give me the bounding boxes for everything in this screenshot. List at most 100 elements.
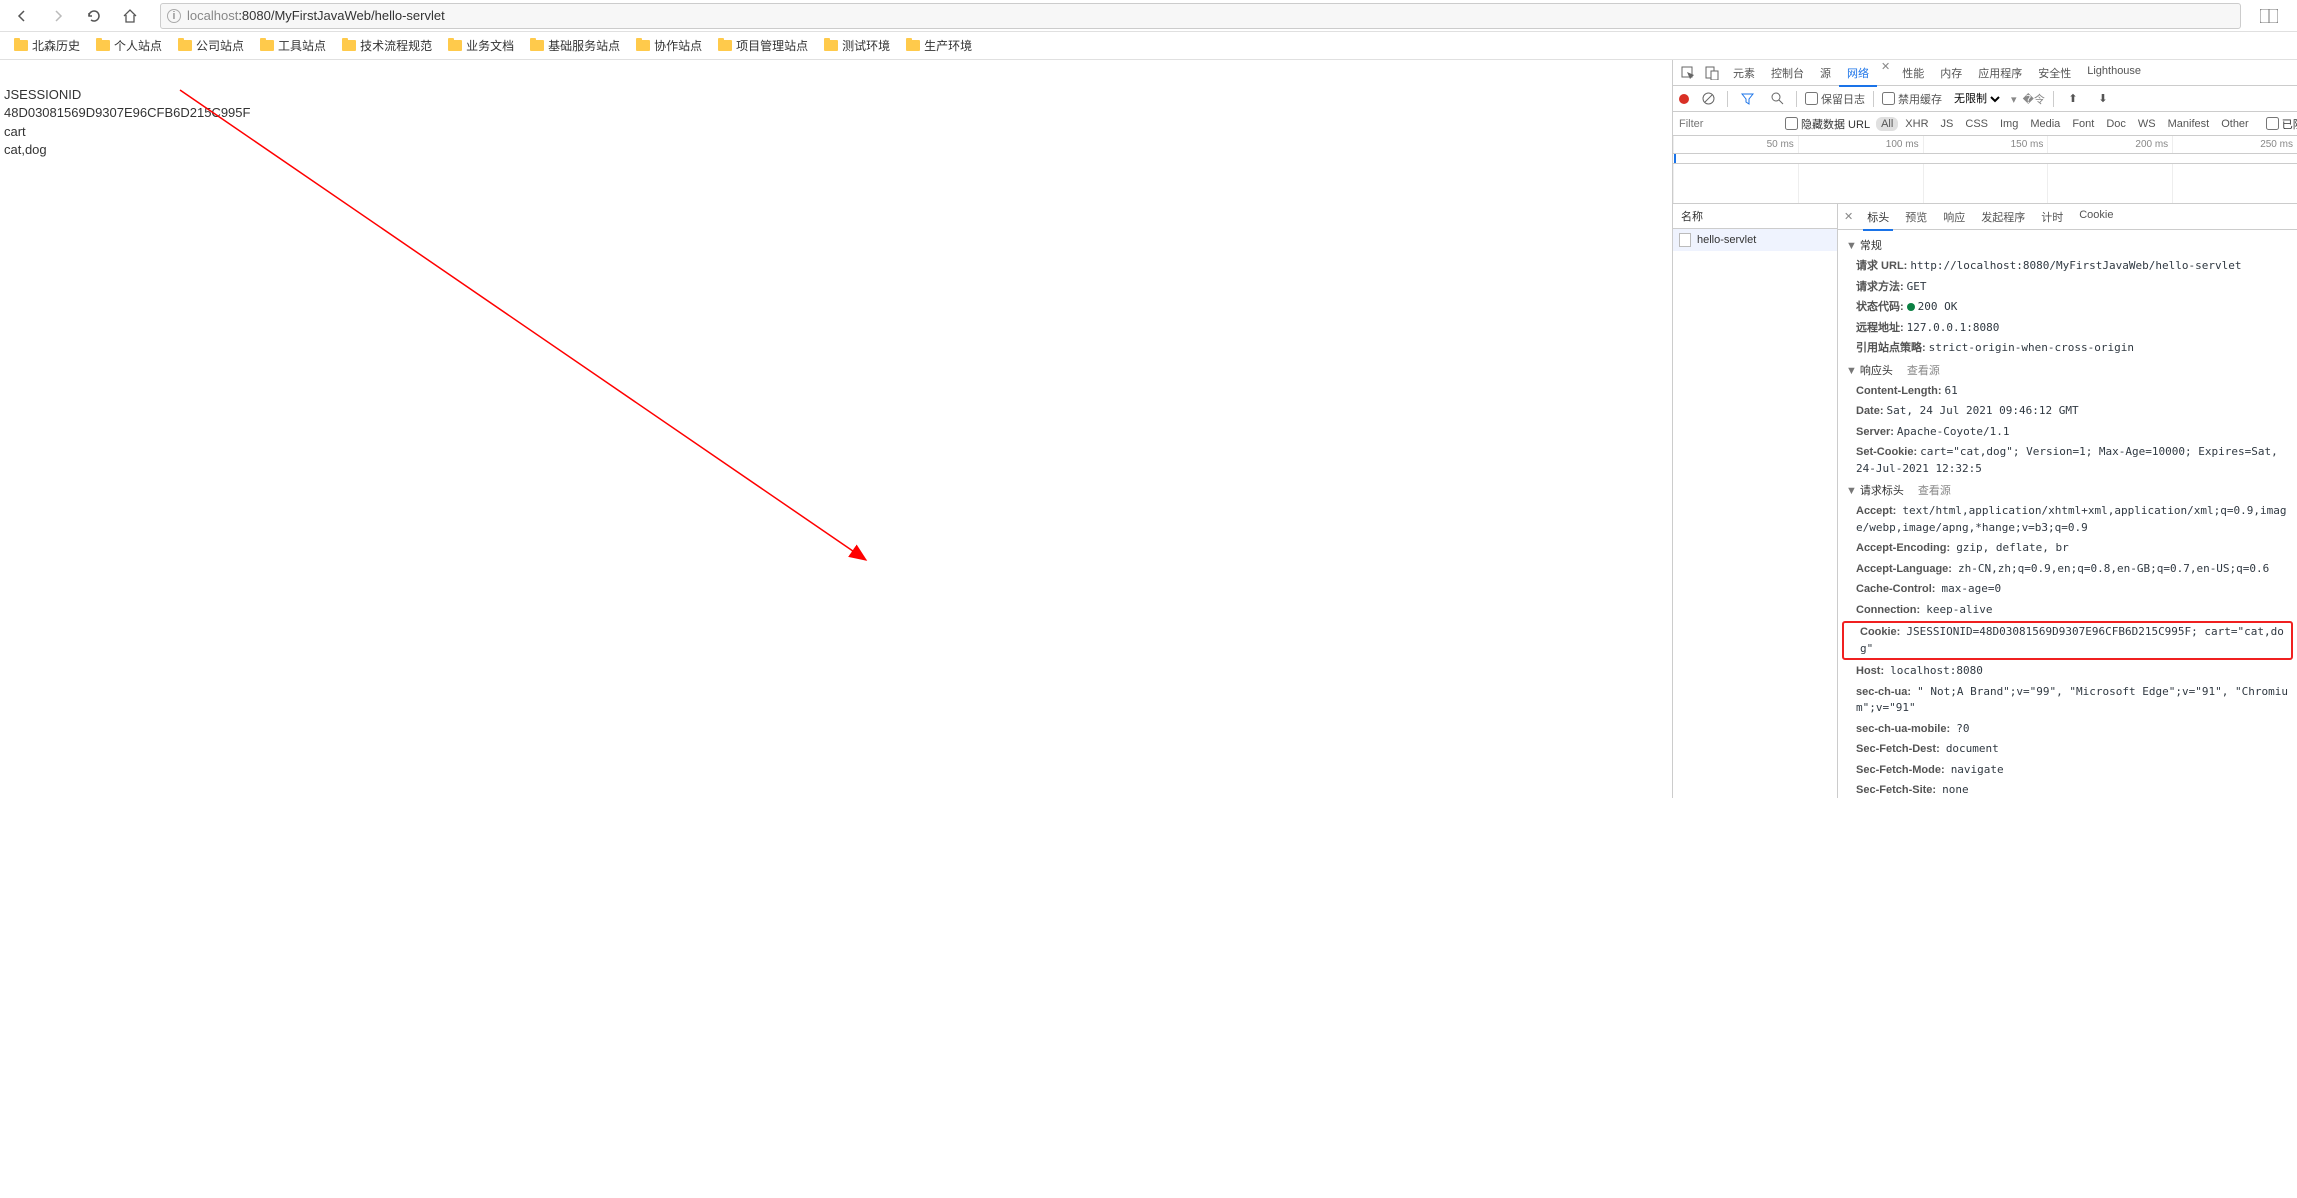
header-row: Sec-Fetch-Mode: navigate	[1838, 760, 2297, 781]
detail-tabs: ✕ 标头预览响应发起程序计时Cookie	[1838, 204, 2297, 230]
filter-type[interactable]: All	[1876, 117, 1898, 131]
header-row: sec-ch-ua-mobile: ?0	[1838, 719, 2297, 740]
detail-tab[interactable]: 标头	[1859, 204, 1897, 230]
bookmark-item[interactable]: 工具站点	[254, 35, 332, 56]
page-content: JSESSIONID 48D03081569D9307E96CFB6D215C9…	[0, 60, 1672, 798]
disable-cache-checkbox[interactable]: 禁用缓存	[1882, 91, 1942, 107]
upload-icon[interactable]: ⬆	[2062, 88, 2084, 110]
timeline-filmstrip[interactable]	[1673, 164, 2297, 204]
headers-content: ▼常规 请求 URL:http://localhost:8080/MyFirst…	[1838, 230, 2297, 798]
folder-icon	[448, 40, 462, 51]
info-icon[interactable]: i	[167, 9, 181, 23]
filter-type[interactable]: Other	[2216, 117, 2254, 131]
filter-icon[interactable]	[1736, 88, 1758, 110]
refresh-button[interactable]	[80, 2, 108, 30]
bookmark-item[interactable]: 业务文档	[442, 35, 520, 56]
response-headers-section[interactable]: ▼响应头查看源	[1838, 359, 2297, 381]
bookmark-item[interactable]: 协作站点	[630, 35, 708, 56]
bookmark-item[interactable]: 项目管理站点	[712, 35, 814, 56]
filter-type[interactable]: WS	[2133, 117, 2161, 131]
request-list-header[interactable]: 名称	[1673, 204, 1837, 229]
header-row: Accept: text/html,application/xhtml+xml,…	[1838, 501, 2297, 538]
clear-button[interactable]	[1697, 88, 1719, 110]
detail-tab[interactable]: 发起程序	[1973, 204, 2033, 230]
devtools-tab[interactable]: 网络	[1839, 60, 1877, 86]
detail-tab[interactable]: Cookie	[2071, 204, 2121, 230]
timeline-ruler[interactable]: 50 ms100 ms150 ms200 ms250 ms	[1673, 136, 2297, 154]
general-section[interactable]: ▼常规	[1838, 234, 2297, 256]
filter-input[interactable]	[1679, 118, 1779, 130]
header-row: Cache-Control: max-age=0	[1838, 579, 2297, 600]
devtools-tab[interactable]: 控制台	[1763, 60, 1812, 86]
throttle-select[interactable]: 无限制	[1950, 92, 2003, 106]
folder-icon	[530, 40, 544, 51]
blocked-cookies-checkbox[interactable]: 已阻止 Cookie	[2266, 116, 2297, 132]
inspect-icon[interactable]	[1677, 62, 1699, 84]
search-icon[interactable]	[1766, 88, 1788, 110]
folder-icon	[178, 40, 192, 51]
close-tab-icon[interactable]: ✕	[1877, 60, 1894, 86]
header-row: Accept-Language: zh-CN,zh;q=0.9,en;q=0.8…	[1838, 559, 2297, 580]
folder-icon	[718, 40, 732, 51]
filter-type[interactable]: Doc	[2101, 117, 2131, 131]
devtools-tab[interactable]: 应用程序	[1970, 60, 2030, 86]
folder-icon	[260, 40, 274, 51]
filter-type[interactable]: JS	[1936, 117, 1959, 131]
filter-type[interactable]: Manifest	[2163, 117, 2215, 131]
request-detail-pane: ✕ 标头预览响应发起程序计时Cookie ▼常规 请求 URL:http://l…	[1838, 204, 2297, 798]
cookie-header-row: Cookie: JSESSIONID=48D03081569D9307E96CF…	[1842, 621, 2293, 660]
bookmark-item[interactable]: 基础服务站点	[524, 35, 626, 56]
detail-tab[interactable]: 响应	[1935, 204, 1973, 230]
devtools-tab[interactable]: 源	[1812, 60, 1839, 86]
device-icon[interactable]	[1701, 62, 1723, 84]
filter-type[interactable]: XHR	[1900, 117, 1933, 131]
bookmark-item[interactable]: 技术流程规范	[336, 35, 438, 56]
browser-toolbar: i localhost:8080/MyFirstJavaWeb/hello-se…	[0, 0, 2297, 32]
devtools-tabs: 元素控制台源网络✕性能内存应用程序安全性Lighthouse	[1673, 60, 2297, 86]
back-button[interactable]	[8, 2, 36, 30]
filter-type[interactable]: CSS	[1960, 117, 1993, 131]
header-row: Sec-Fetch-Site: none	[1838, 780, 2297, 798]
request-headers-section[interactable]: ▼请求标头查看源	[1838, 479, 2297, 501]
request-item[interactable]: hello-servlet	[1673, 229, 1837, 251]
home-button[interactable]	[116, 2, 144, 30]
header-row: Accept-Encoding: gzip, deflate, br	[1838, 538, 2297, 559]
reader-mode-icon[interactable]	[2249, 9, 2289, 23]
devtools-tab[interactable]: 内存	[1932, 60, 1970, 86]
filter-type[interactable]: Font	[2067, 117, 2099, 131]
devtools-tab[interactable]: 性能	[1894, 60, 1932, 86]
bookmarks-bar: 北森历史个人站点公司站点工具站点技术流程规范业务文档基础服务站点协作站点项目管理…	[0, 32, 2297, 60]
filter-type[interactable]: Img	[1995, 117, 2023, 131]
header-row: Connection: keep-alive	[1838, 600, 2297, 621]
bookmark-item[interactable]: 公司站点	[172, 35, 250, 56]
preserve-log-checkbox[interactable]: 保留日志	[1805, 91, 1865, 107]
detail-tab[interactable]: 预览	[1897, 204, 1935, 230]
wifi-icon[interactable]: ▾ �令	[2011, 91, 2045, 107]
folder-icon	[906, 40, 920, 51]
bookmark-item[interactable]: 测试环境	[818, 35, 896, 56]
folder-icon	[636, 40, 650, 51]
header-row: Sec-Fetch-Dest: document	[1838, 739, 2297, 760]
devtools-tab[interactable]: 安全性	[2030, 60, 2079, 86]
download-icon[interactable]: ⬇	[2092, 88, 2114, 110]
record-button[interactable]	[1679, 94, 1689, 104]
header-row: sec-ch-ua: " Not;A Brand";v="99", "Micro…	[1838, 682, 2297, 719]
header-row: Host: localhost:8080	[1838, 661, 2297, 682]
folder-icon	[342, 40, 356, 51]
forward-button[interactable]	[44, 2, 72, 30]
devtools-tab[interactable]: Lighthouse	[2079, 60, 2149, 86]
timeline-overview[interactable]	[1673, 154, 2297, 164]
hide-data-url-checkbox[interactable]: 隐藏数据 URL	[1785, 116, 1870, 132]
filter-type[interactable]: Media	[2025, 117, 2065, 131]
bookmark-item[interactable]: 北森历史	[8, 35, 86, 56]
close-detail-button[interactable]: ✕	[1840, 210, 1857, 223]
address-bar[interactable]: i localhost:8080/MyFirstJavaWeb/hello-se…	[160, 3, 2241, 29]
bookmark-item[interactable]: 生产环境	[900, 35, 978, 56]
folder-icon	[96, 40, 110, 51]
devtools-tab[interactable]: 元素	[1725, 60, 1763, 86]
network-toolbar: 保留日志 禁用缓存 无限制 ▾ �令 ⬆ ⬇	[1673, 86, 2297, 112]
filter-bar: 隐藏数据 URL AllXHRJSCSSImgMediaFontDocWSMan…	[1673, 112, 2297, 136]
devtools-panel: 元素控制台源网络✕性能内存应用程序安全性Lighthouse 保留日志 禁用缓存…	[1672, 60, 2297, 798]
bookmark-item[interactable]: 个人站点	[90, 35, 168, 56]
detail-tab[interactable]: 计时	[2033, 204, 2071, 230]
